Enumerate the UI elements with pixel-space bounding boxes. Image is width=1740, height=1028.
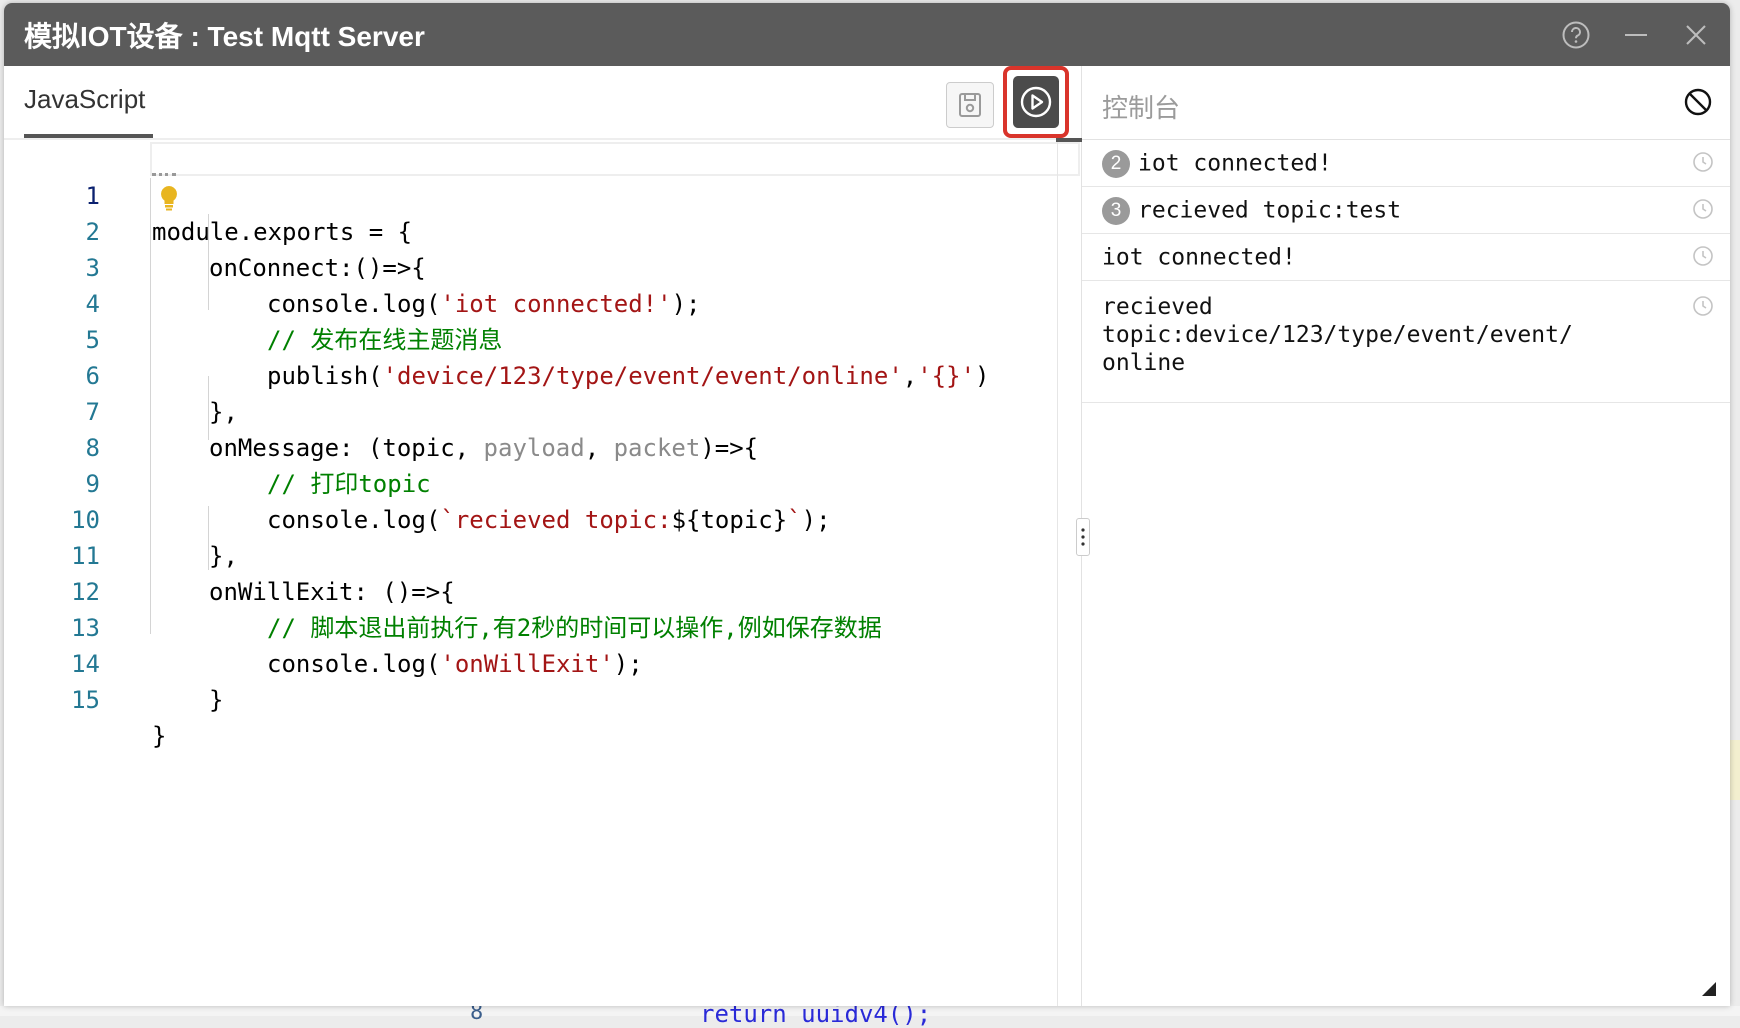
code-text: } (152, 722, 167, 750)
minimize-icon[interactable] (1620, 19, 1652, 51)
clock-icon[interactable] (1692, 151, 1714, 173)
code-line: 13 console.log('onWillExit'); (4, 574, 1054, 678)
code-line: 14 } (4, 610, 1054, 714)
code-line: 5 publish('device/123/type/event/event/o… (4, 286, 1054, 390)
log-message: iot connected! (1138, 150, 1332, 177)
clear-console-icon[interactable] (1682, 86, 1714, 118)
save-icon (959, 93, 981, 117)
code-text: } (209, 686, 224, 714)
title-bar: 模拟IOT设备 : Test Mqtt Server (4, 3, 1730, 66)
code-line: 4 // 发布在线主题消息 (4, 250, 1054, 354)
console-log-entry: recieved topic:device/123/type/event/eve… (1082, 281, 1730, 403)
tab-javascript[interactable]: JavaScript (24, 84, 145, 115)
code-line: 15 } (4, 646, 1054, 750)
console-header: 控制台 (1082, 66, 1730, 140)
code-line: 3 console.log('iot connected!'); (4, 214, 1054, 318)
code-line: 10 }, (4, 466, 1054, 570)
code-area[interactable]: 1 module.exports = { 2 onConnect:()=>{ 3… (4, 142, 1080, 1006)
window-body: JavaScript 1 module.exports = {2 onConn… (4, 66, 1730, 1006)
line-number: 15 (71, 686, 100, 714)
code-line: 11 onWillExit: ()=>{ (4, 502, 1054, 606)
close-icon[interactable] (1680, 19, 1712, 51)
play-circle-icon (1020, 86, 1052, 118)
simulated-iot-device-window: 模拟IOT设备 : Test Mqtt Server JavaScript 1 … (4, 3, 1730, 1006)
window-title: 模拟IOT设备 : Test Mqtt Server (24, 20, 425, 52)
code-line: 6 }, (4, 322, 1054, 426)
editor-toolbar: JavaScript (4, 66, 1082, 142)
resize-grip-icon[interactable] (1702, 982, 1716, 996)
editor-divider (4, 138, 1082, 140)
console-log-entry: 2 iot connected! (1082, 140, 1730, 187)
code-editor-pane: JavaScript 1 module.exports = {2 onConn… (4, 66, 1082, 1006)
code-line: 12 // 脚本退出前执行,有2秒的时间可以操作,例如保存数据 (4, 538, 1054, 642)
help-icon[interactable] (1560, 19, 1592, 51)
log-message: recieved topic:device/123/type/event/eve… (1102, 294, 1573, 348)
clock-icon[interactable] (1692, 198, 1714, 220)
clock-icon[interactable] (1692, 245, 1714, 267)
repeat-count-badge: 3 (1102, 196, 1130, 225)
background-highlight (1730, 740, 1740, 800)
code-line: 1 module.exports = { (4, 142, 1054, 246)
code-line: 8 // 打印topic (4, 394, 1054, 498)
log-message: iot connected! (1102, 244, 1296, 271)
save-button[interactable] (946, 82, 994, 128)
clock-icon[interactable] (1692, 295, 1714, 317)
editor-scrollbar-track[interactable] (1057, 142, 1058, 1006)
code-line: 9 console.log(`recieved topic:${topic}`)… (4, 430, 1054, 534)
window-controls (1560, 3, 1712, 66)
code-line: 7 onMessage: (topic, payload, packet)=>{ (4, 358, 1054, 462)
repeat-count-badge: 2 (1102, 149, 1130, 178)
console-log-entry: iot connected! (1082, 234, 1730, 281)
log-message: recieved topic:test (1138, 197, 1402, 224)
log-message-continued: online (1102, 350, 1186, 376)
console-log-entry: 3 recieved topic:test (1082, 187, 1730, 234)
console-title: 控制台 (1102, 93, 1181, 123)
console-pane: 控制台 2 iot connected! 3 recieved topic:test… (1082, 66, 1730, 1006)
code-line: 2 onConnect:()=>{ (4, 178, 1054, 282)
run-button[interactable] (1013, 76, 1059, 128)
